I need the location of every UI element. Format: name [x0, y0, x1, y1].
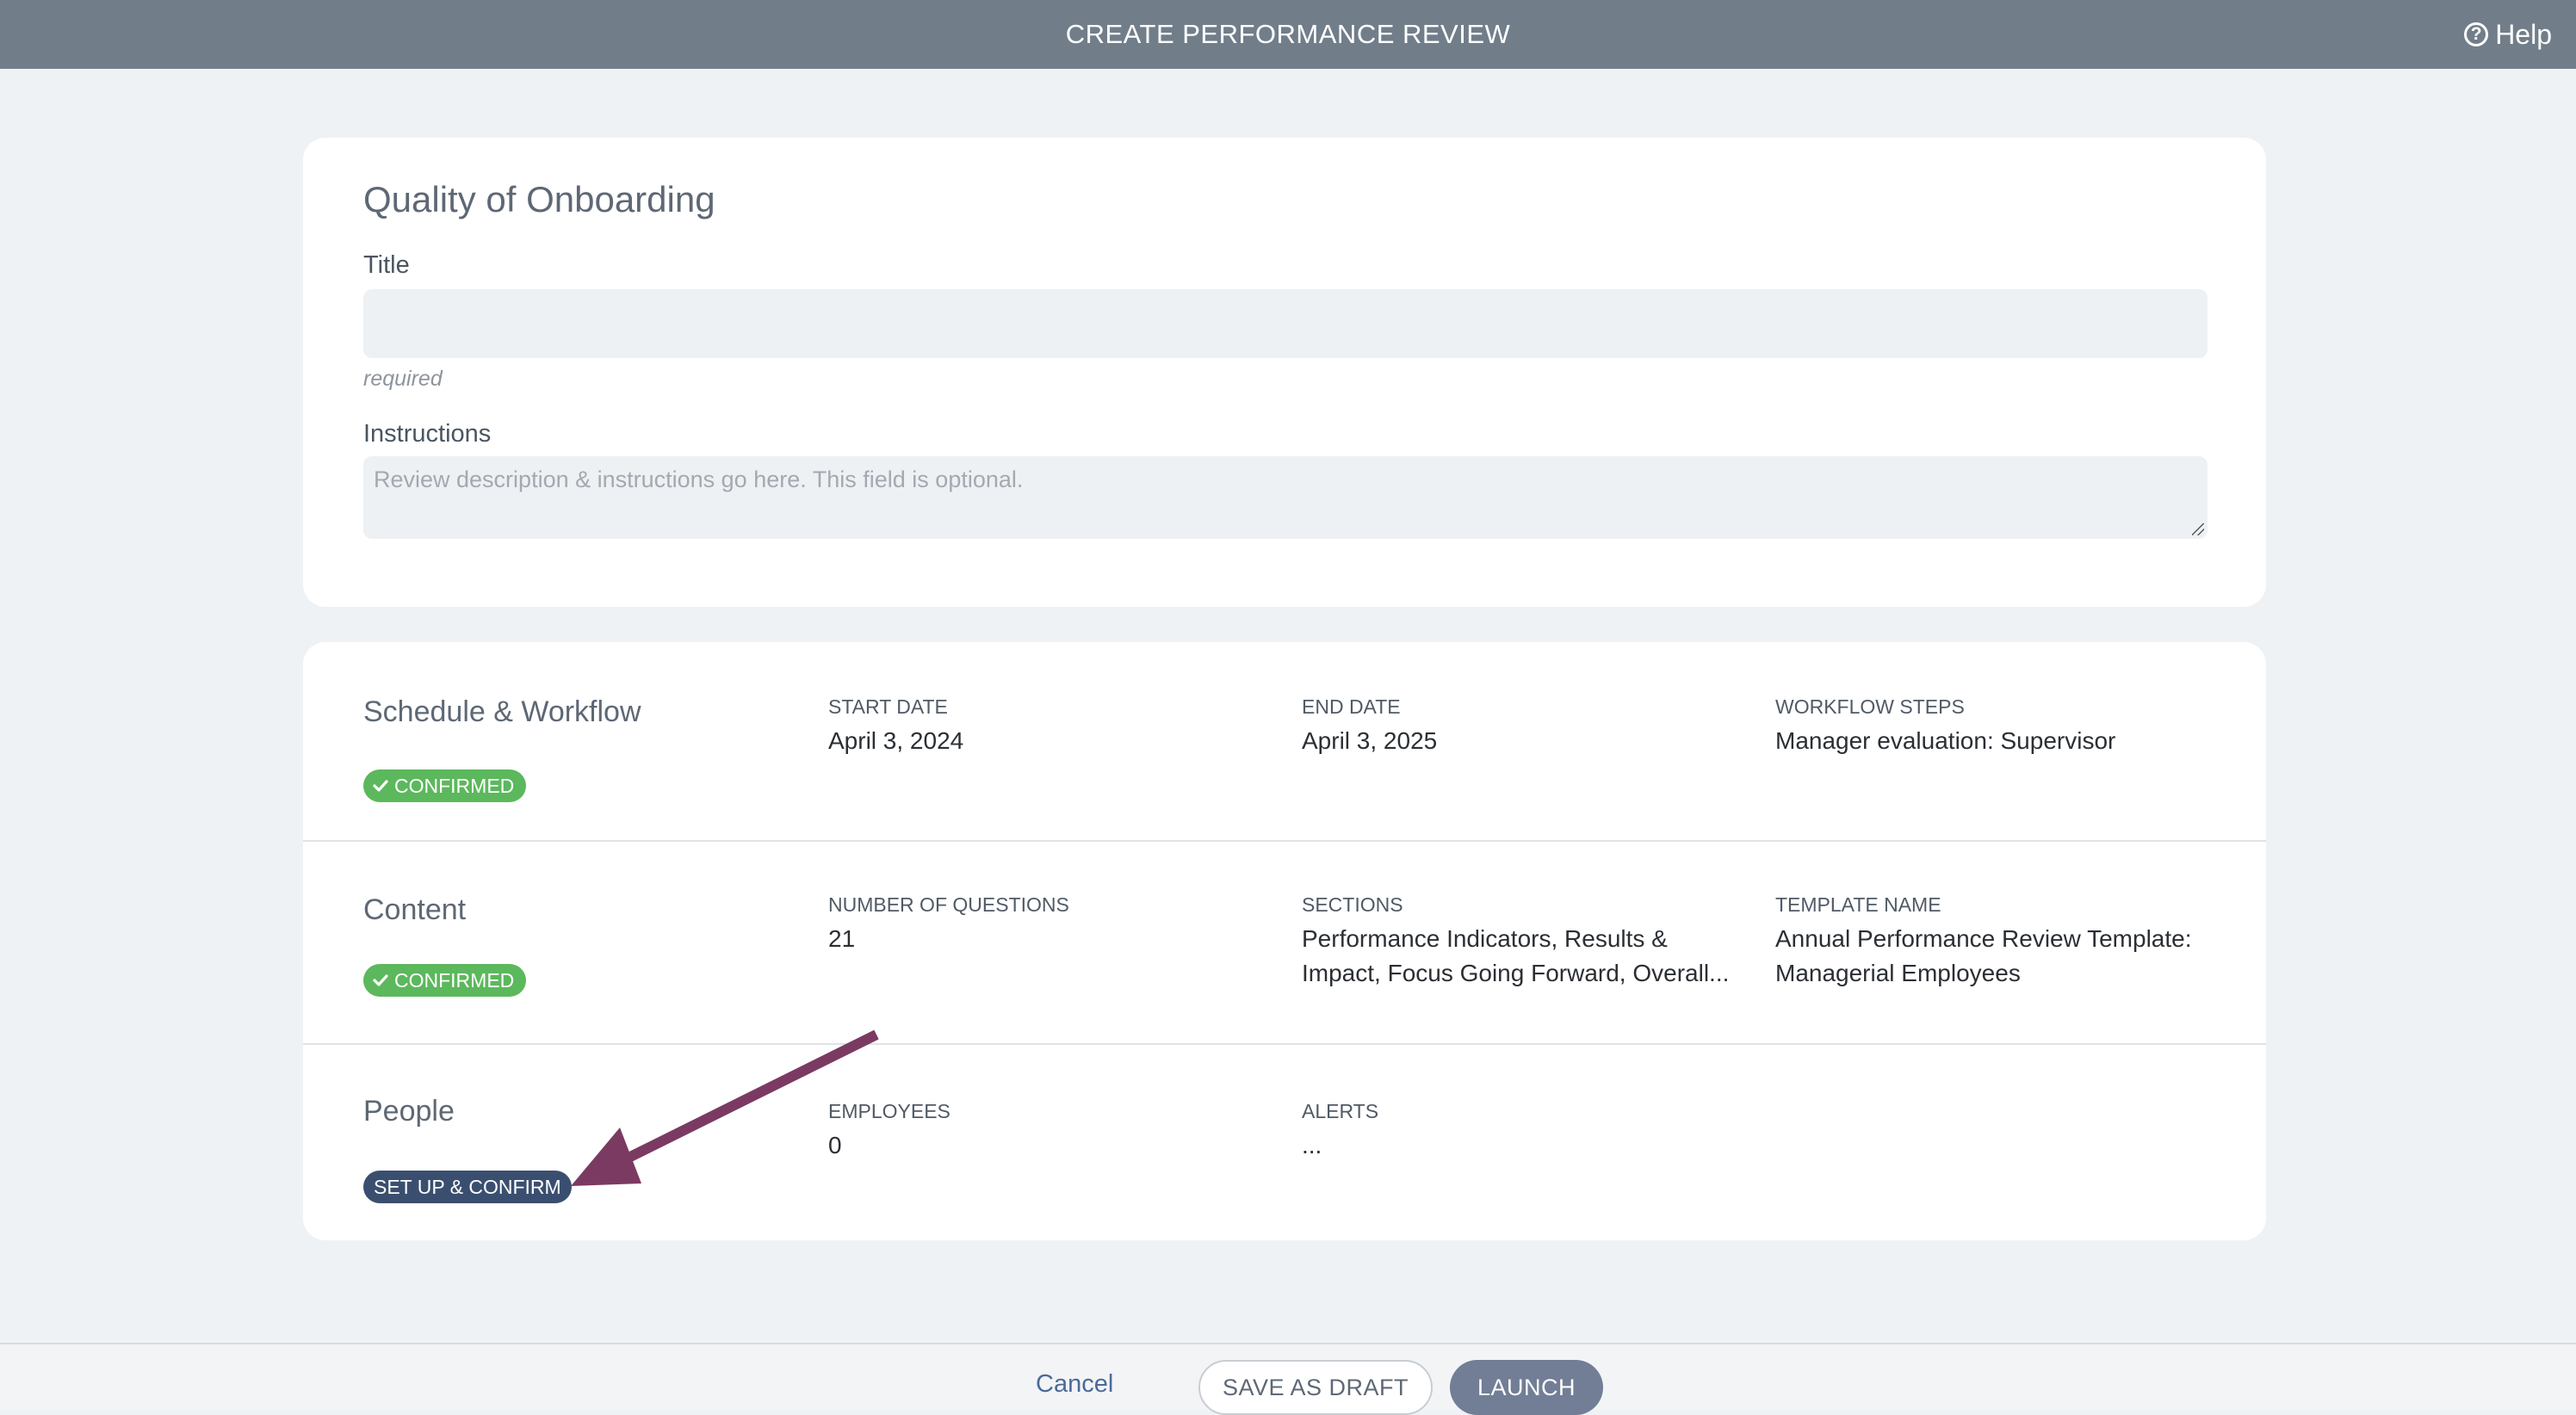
end-date-field: END DATE April 3, 2025	[1302, 695, 1741, 758]
title-required-note: required	[363, 367, 443, 391]
setup-confirm-button[interactable]: SET UP & CONFIRM	[363, 1171, 572, 1203]
content-section: Content CONFIRMED NUMBER OF QUESTIONS 21…	[303, 840, 2266, 1045]
title-label: Title	[363, 251, 410, 279]
check-icon	[373, 974, 388, 986]
sections-label: SECTIONS	[1302, 893, 1403, 916]
alerts-field: ALERTS ...	[1302, 1100, 1741, 1163]
workflow-steps-value: Manager evaluation: Supervisor	[1775, 727, 2116, 754]
end-date-label: END DATE	[1302, 695, 1401, 718]
content-status-badge[interactable]: CONFIRMED	[363, 964, 527, 997]
content-title[interactable]: Content	[363, 893, 466, 927]
start-date-label: START DATE	[828, 695, 948, 718]
schedule-status-label: CONFIRMED	[394, 774, 515, 797]
save-as-draft-button[interactable]: SAVE AS DRAFT	[1198, 1360, 1433, 1415]
workflow-steps-field: WORKFLOW STEPS Manager evaluation: Super…	[1775, 695, 2223, 758]
employees-label: EMPLOYEES	[828, 1100, 951, 1122]
cancel-button[interactable]: Cancel	[1036, 1370, 1113, 1399]
page-title: CREATE PERFORMANCE REVIEW	[1065, 19, 1511, 49]
top-bar: CREATE PERFORMANCE REVIEW ? Help	[0, 0, 2576, 69]
people-section: People SET UP & CONFIRM EMPLOYEES 0 ALER…	[303, 1043, 2266, 1240]
content-status-label: CONFIRMED	[394, 968, 515, 992]
schedule-status-badge[interactable]: CONFIRMED	[363, 769, 527, 802]
sections-value: Performance Indicators, Results & Impact…	[1302, 925, 1730, 986]
instructions-textarea[interactable]: Review description & instructions go her…	[363, 456, 2208, 539]
workflow-steps-label: WORKFLOW STEPS	[1775, 695, 1965, 718]
resize-grip-icon[interactable]	[2192, 523, 2204, 535]
review-setup-card: Schedule & Workflow CONFIRMED START DATE…	[303, 642, 2266, 1240]
template-name-label: TEMPLATE NAME	[1775, 893, 1941, 916]
help-label: Help	[2495, 18, 2552, 50]
review-details-card: Quality of Onboarding Title required Ins…	[303, 138, 2266, 607]
footer-bar: Cancel SAVE AS DRAFT LAUNCH	[0, 1343, 2576, 1415]
instructions-label: Instructions	[363, 420, 492, 448]
question-circle-icon: ?	[2464, 22, 2489, 46]
title-input[interactable]	[363, 289, 2208, 358]
questions-label: NUMBER OF QUESTIONS	[828, 893, 1069, 916]
questions-value: 21	[828, 925, 856, 952]
alerts-value: ...	[1302, 1132, 1322, 1159]
launch-button[interactable]: LAUNCH	[1450, 1360, 1603, 1415]
template-name-value: Annual Performance Review Template: Mana…	[1775, 925, 2192, 986]
start-date-value: April 3, 2024	[828, 727, 964, 754]
sections-field: SECTIONS Performance Indicators, Results…	[1302, 893, 1741, 991]
end-date-value: April 3, 2025	[1302, 727, 1438, 754]
template-name-field: TEMPLATE NAME Annual Performance Review …	[1775, 893, 2223, 991]
alerts-label: ALERTS	[1302, 1100, 1379, 1122]
employees-field: EMPLOYEES 0	[828, 1100, 1276, 1163]
instructions-placeholder: Review description & instructions go her…	[374, 467, 1024, 492]
review-name: Quality of Onboarding	[363, 179, 715, 219]
start-date-field: START DATE April 3, 2024	[828, 695, 1276, 758]
employees-value: 0	[828, 1132, 842, 1159]
app-root: CREATE PERFORMANCE REVIEW ? Help Quality…	[0, 0, 2576, 1415]
schedule-title[interactable]: Schedule & Workflow	[363, 695, 641, 729]
check-icon	[373, 780, 388, 792]
schedule-section: Schedule & Workflow CONFIRMED START DATE…	[303, 642, 2266, 842]
number-of-questions-field: NUMBER OF QUESTIONS 21	[828, 893, 1276, 956]
help-link[interactable]: ? Help	[2464, 0, 2552, 69]
people-title[interactable]: People	[363, 1095, 455, 1128]
